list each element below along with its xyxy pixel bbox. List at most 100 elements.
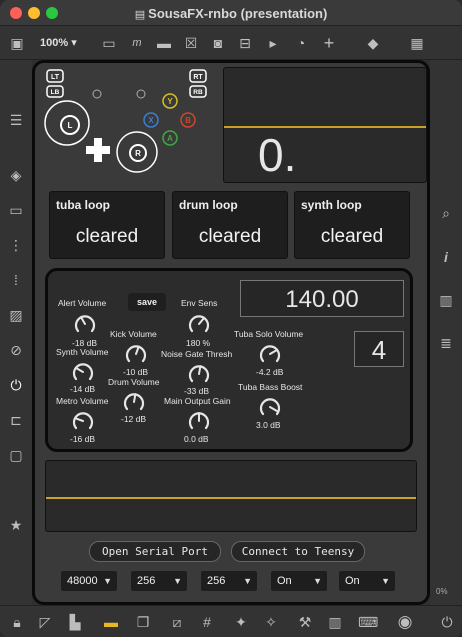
probe-icon[interactable]: ✧ [262,612,280,632]
star-icon[interactable]: ★ [6,515,26,535]
tuba-loop-box[interactable]: tuba loop cleared [49,191,165,259]
beats-display[interactable]: 4 [354,331,404,367]
save-button[interactable]: save [128,293,166,311]
speech-icon[interactable]: ▬ [155,34,173,52]
dial-knob[interactable] [186,408,212,434]
dial-knob[interactable] [186,361,212,387]
wrench-icon[interactable]: ⚒ [296,612,314,632]
sample-rate-select[interactable]: 48000 ▼ [61,571,117,591]
loop-status: cleared [198,226,262,247]
lock-icon[interactable]: 🔒︎ [8,612,26,632]
lb-label: LB [51,89,60,96]
toolbar: ▣ 100% ▾ ▭ m ▬ ☒ ◙ ⊟ ▸ ◔ + ◆ ▦ [0,26,462,60]
knob-indicator [75,367,84,373]
dial-knob[interactable] [257,341,283,367]
knob-indicator [80,316,86,325]
top-display-value: 0. [258,129,297,181]
power-icon[interactable]: ⏻ [438,612,456,632]
search-icon[interactable]: ⌕ [436,203,456,223]
frame-icon[interactable]: ▢ [6,445,26,465]
loop-title: drum loop [179,198,238,212]
edit-mode-icon[interactable]: ◸ [36,612,54,632]
menu-icon[interactable]: ☰ [6,110,26,130]
zoom-value: 100% [40,37,69,49]
b-label: B [185,116,191,125]
dial-icon[interactable]: ◔ [292,34,310,52]
plug-icon[interactable]: ⏻ [6,375,26,395]
image-icon[interactable]: ▨ [6,305,26,325]
left-stick-label: L [68,121,73,130]
chevron-down-icon: ▼ [381,576,390,586]
zoom-dropdown[interactable]: 100% ▾ [40,36,77,49]
comment-box-icon[interactable]: ▭ [100,34,118,52]
signal-vector-select[interactable]: 256 ▼ [201,571,257,591]
piano-icon[interactable]: ▥ [326,612,344,632]
book-icon[interactable]: ▥ [436,290,456,310]
chevron-down-icon: ▼ [243,576,252,586]
waveform-icon[interactable]: ⋮ [6,235,26,255]
grid-icon[interactable]: ▦ [408,34,426,52]
dial-knob[interactable] [72,311,98,337]
open-serial-port-button[interactable]: Open Serial Port [89,541,221,562]
knob-label: Synth Volume [56,347,109,357]
info-icon[interactable]: i [436,247,456,267]
presentation-icon[interactable]: ▬ [102,612,120,632]
synth-loop-box[interactable]: synth loop cleared [294,191,410,259]
number-box-icon[interactable]: ◙ [209,34,227,52]
chevron-down-icon: ▼ [173,576,182,586]
knob-indicator [74,417,84,422]
magic-wand-icon[interactable]: ✦ [232,612,250,632]
cpu-usage: 0% [436,587,448,596]
right-sidebar: ⌕ i ▥ ≣ 0% [430,60,462,605]
knob-value: 180 % [186,338,211,348]
grid-snap-icon[interactable]: # [198,612,216,632]
windows-icon[interactable]: ❐ [134,612,152,632]
audio-interrupt-select[interactable]: On ▼ [339,571,395,591]
sequencer-icon[interactable]: ⁞ [6,270,26,290]
sidebar-toggle-icon[interactable]: ▣ [8,34,26,52]
dpad-vertical[interactable] [94,138,102,162]
knob-label: Noise Gate Thresh [161,349,233,359]
knob-indicator [135,345,140,355]
layers-icon[interactable]: ◈ [6,165,26,185]
start-button[interactable] [136,89,146,99]
title-bar: ▤ SousaFX-rnbo (presentation) [0,0,462,26]
dial-knob[interactable] [121,389,147,415]
list-icon[interactable]: ≣ [436,333,456,353]
knob-label: Tuba Solo Volume [234,329,304,339]
knob-value: -12 dB [121,414,147,424]
back-button[interactable] [92,89,102,99]
dial-knob[interactable] [70,408,96,434]
patcher-icon[interactable]: ▙ [66,612,84,632]
message-icon[interactable]: m [128,34,146,52]
knob-value: -33 dB [184,386,210,396]
paperclip-icon[interactable]: ⊘ [6,340,26,360]
connector-icon[interactable]: ⊏ [6,410,26,430]
debug-icon[interactable]: ⧄ [168,612,186,632]
bus-icon[interactable]: ▭ [6,200,26,220]
keyboard-icon[interactable]: ⌨ [358,612,378,632]
display-line [46,497,416,499]
knob-indicator [269,349,278,355]
overdrive-select[interactable]: On ▼ [271,571,327,591]
dial-knob[interactable] [70,359,96,385]
toggle-x-icon[interactable]: ☒ [182,34,200,52]
inlet-icon[interactable]: ⊟ [236,34,254,52]
tempo-display[interactable]: 140.00 [240,280,404,317]
app-window: ▤ SousaFX-rnbo (presentation) ▣ 100% ▾ ▭… [0,0,462,637]
drum-loop-box[interactable]: drum loop cleared [172,191,288,259]
gamepad-controller: LT LB RT RB L R Y X B A [44,69,207,173]
dial-knob[interactable] [257,394,283,420]
paint-bucket-icon[interactable]: ◆ [364,34,382,52]
io-buffer-select[interactable]: 256 ▼ [131,571,187,591]
dial-knob[interactable] [123,341,149,367]
select-value: 256 [207,575,226,587]
loop-status: cleared [75,226,139,247]
y-label: Y [167,97,173,106]
knob-label: Drum Volume [108,377,160,387]
audio-on-icon[interactable]: ◉ [396,612,414,632]
connect-to-teensy-button[interactable]: Connect to Teensy [231,541,365,562]
dial-knob[interactable] [186,311,212,337]
plus-icon[interactable]: + [320,34,338,52]
slider-icon[interactable]: ▸ [264,34,282,52]
